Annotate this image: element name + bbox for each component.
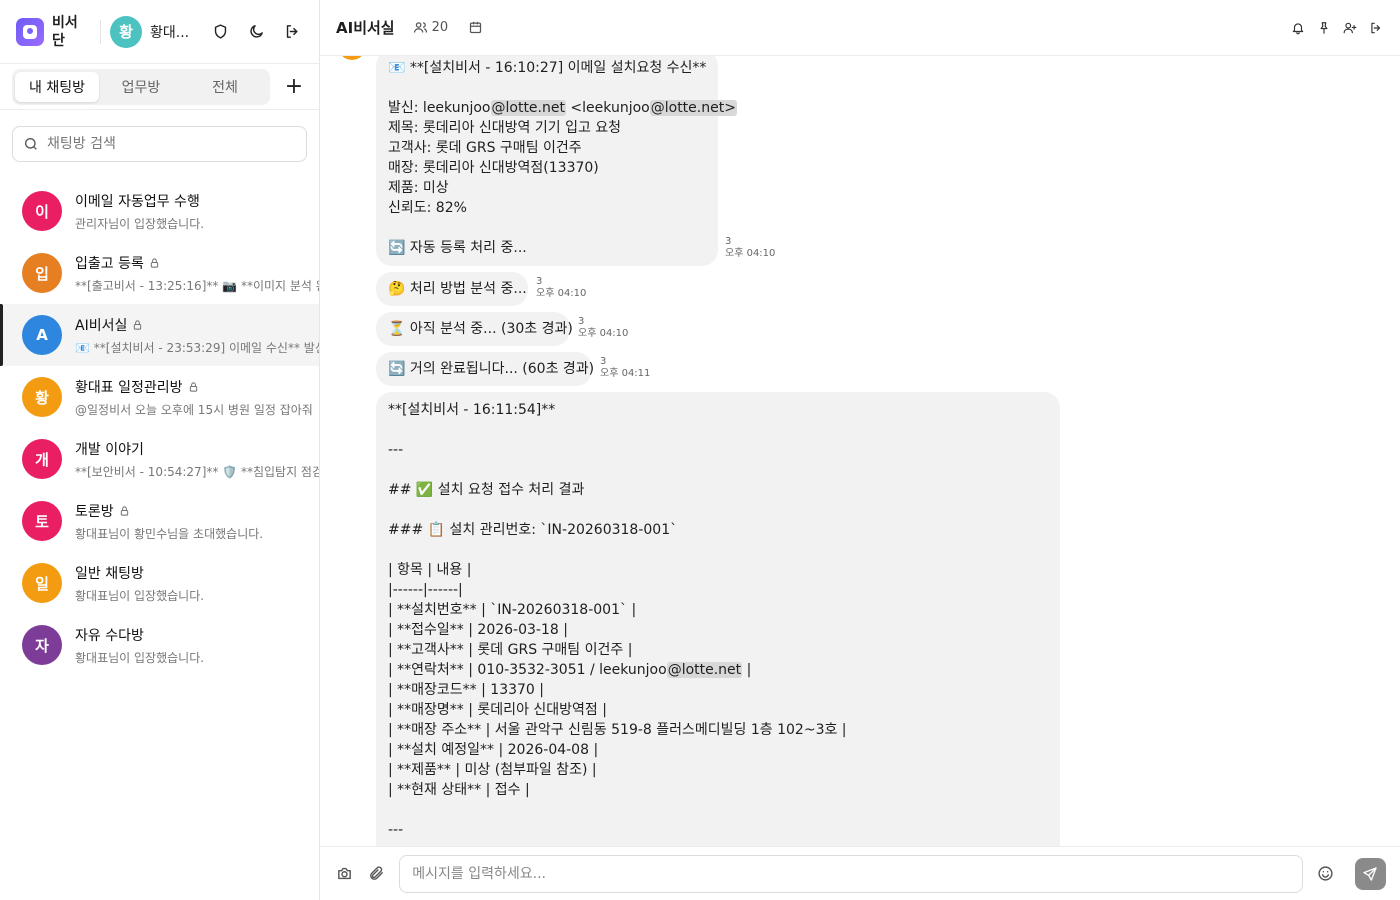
message-composer (320, 846, 1400, 900)
message-input[interactable] (399, 854, 1303, 893)
logout-icon[interactable] (281, 21, 303, 43)
message-bubble[interactable]: 📧 **[설치비서 - 16:10:27] 이메일 설치요청 수신** 발신: … (376, 56, 737, 266)
lock-icon (188, 381, 198, 392)
room-item[interactable]: 토 토론방 황대표님이 황민수님을 초대했습니다. (0, 490, 319, 552)
chat-title: AI비서실 (336, 19, 395, 37)
message-bubble[interactable]: 🤔 처리 방법 분석 중... (376, 272, 528, 306)
room-name: 일반 채팅방 (75, 565, 144, 582)
shield-icon[interactable] (209, 21, 231, 43)
tab-work-rooms[interactable]: 업무방 (99, 72, 183, 102)
pin-icon[interactable] (1316, 20, 1332, 36)
send-icon (1363, 866, 1377, 881)
room-name: 토론방 (75, 503, 114, 520)
room-list: 이 이메일 자동업무 수행 관리자님이 입장했습니다. 입 입출고 등록 **[… (0, 180, 319, 676)
message-time: 오후 04:10 (725, 248, 776, 259)
search-icon (25, 138, 37, 150)
room-item[interactable]: 개 개발 이야기 **[보안비서 - 10:54:27]** 🛡️ **침입탐지… (0, 428, 319, 490)
chat-panel: AI비서실 20 📧 **[설치비서 - 16:10:27] 이메일 설치요청 … (320, 0, 1400, 900)
message-meta: 3 오후 04:11 (600, 356, 650, 380)
room-preview: **[보안비서 - 10:54:27]** 🛡️ **침입탐지 점검 보 (75, 464, 319, 479)
sender-avatar (338, 56, 366, 60)
room-search-input[interactable] (47, 136, 287, 152)
room-name: AI비서실 (75, 317, 128, 334)
room-preview: 관리자님이 입장했습니다. (75, 216, 205, 231)
smile-icon[interactable] (1315, 863, 1337, 885)
room-item[interactable]: 일 일반 채팅방 황대표님이 입장했습니다. (0, 552, 319, 614)
send-button[interactable] (1354, 857, 1386, 890)
email-link[interactable]: @lotte.net (666, 662, 743, 678)
room-avatar: 이 (22, 191, 62, 231)
divider (100, 19, 101, 44)
user-avatar[interactable]: 황 (110, 15, 142, 48)
lock-icon (119, 505, 129, 516)
tab-my-rooms[interactable]: 내 채팅방 (15, 71, 99, 102)
room-name: 이메일 자동업무 수행 (75, 193, 200, 210)
room-name: 자유 수다방 (75, 627, 144, 644)
lock-icon (149, 257, 159, 268)
unread-count: 3 (536, 276, 543, 287)
moon-icon[interactable] (245, 21, 267, 43)
app-logo[interactable] (16, 17, 44, 46)
room-avatar: 자 (22, 625, 62, 665)
message-meta: 3 오후 04:10 (725, 236, 775, 260)
room-preview: @일정비서 오늘 오후에 15시 병원 일정 잡아줘 (75, 402, 313, 417)
room-preview: 황대표님이 입장했습니다. (75, 588, 205, 603)
chat-header: AI비서실 20 (320, 0, 1400, 56)
room-item[interactable]: 황 황대표 일정관리방 @일정비서 오늘 오후에 15시 병원 일정 잡아줘 (0, 366, 319, 428)
room-name: 입출고 등록 (75, 255, 144, 272)
message-meta: 3 오후 04:10 (578, 316, 628, 340)
add-room-button[interactable]: + (282, 74, 306, 99)
member-count[interactable]: 20 (413, 20, 449, 35)
room-avatar: 토 (22, 501, 62, 541)
room-item[interactable]: 자 자유 수다방 황대표님이 입장했습니다. (0, 614, 319, 676)
email-link[interactable]: @lotte.net (490, 100, 566, 116)
room-preview: 📧 **[설치비서 - 23:53:29] 이메일 수신** 발신: (75, 340, 319, 355)
message-meta: 3 오후 04:10 (536, 276, 586, 300)
leave-icon[interactable] (1368, 20, 1384, 36)
paperclip-icon[interactable] (366, 863, 388, 885)
room-avatar: 일 (22, 563, 62, 603)
message-time: 오후 04:11 (600, 368, 651, 379)
room-avatar: A (22, 315, 62, 355)
app-brand: 비서단 (52, 14, 78, 49)
room-tabs-row: 내 채팅방 업무방 전체 + (0, 64, 319, 110)
tab-all-rooms[interactable]: 전체 (183, 72, 267, 102)
user-name[interactable]: 황대... (150, 22, 190, 42)
room-search[interactable] (12, 126, 307, 162)
bell-icon[interactable] (1290, 20, 1306, 36)
member-count-value: 20 (431, 20, 449, 35)
room-item[interactable]: A AI비서실 📧 **[설치비서 - 23:53:29] 이메일 수신** 발… (0, 304, 319, 366)
message-bubble[interactable]: ⏳ 아직 분석 중... (30초 경과) (376, 312, 573, 346)
room-tabs: 내 채팅방 업무방 전체 (12, 68, 270, 105)
message-bubble[interactable]: **[설치비서 - 16:11:54]** --- ## ✅ 설치 요청 접수 … (376, 392, 1060, 846)
email-link[interactable]: @lotte.net> (649, 100, 737, 116)
room-name: 황대표 일정관리방 (75, 379, 183, 396)
message-time: 오후 04:10 (536, 288, 587, 299)
room-item[interactable]: 입 입출고 등록 **[출고비서 - 13:25:16]** 📷 **이미지 분… (0, 242, 319, 304)
message-list[interactable]: 📧 **[설치비서 - 16:10:27] 이메일 설치요청 수신** 발신: … (320, 56, 1400, 846)
add-user-icon[interactable] (1342, 20, 1358, 36)
room-name: 개발 이야기 (75, 441, 144, 458)
calendar-icon[interactable] (468, 20, 483, 35)
unread-count: 3 (725, 236, 732, 247)
room-avatar: 입 (22, 253, 62, 293)
unread-count: 3 (578, 316, 585, 327)
room-avatar: 황 (22, 377, 62, 417)
room-preview: 황대표님이 입장했습니다. (75, 650, 205, 665)
room-avatar: 개 (22, 439, 62, 479)
message-bubble[interactable]: 🔄 거의 완료됩니다... (60초 경과) (376, 352, 594, 386)
room-item[interactable]: 이 이메일 자동업무 수행 관리자님이 입장했습니다. (0, 180, 319, 242)
message-time: 오후 04:10 (578, 328, 629, 339)
sidebar-top-bar: 비서단 황 황대... (0, 0, 319, 64)
room-preview: 황대표님이 황민수님을 초대했습니다. (75, 526, 264, 541)
unread-count: 3 (600, 356, 607, 367)
room-preview: **[출고비서 - 13:25:16]** 📷 **이미지 분석 완료 (75, 278, 319, 293)
users-icon (413, 22, 427, 33)
camera-icon[interactable] (334, 863, 356, 885)
sidebar: 비서단 황 황대... 내 채팅방 업무방 전체 + 이 이 (0, 0, 320, 900)
lock-icon (132, 319, 142, 330)
